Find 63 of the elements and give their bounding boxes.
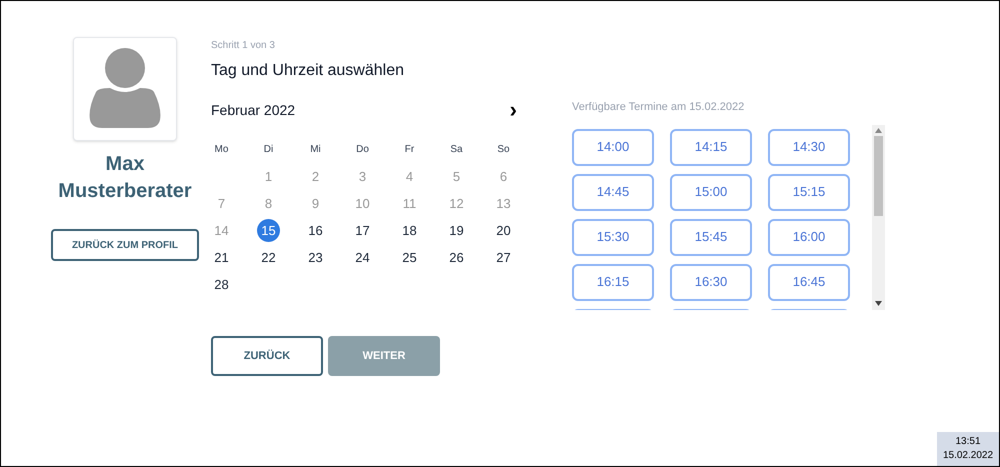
weekday-label: Mo — [214, 143, 228, 157]
time-slot-button[interactable]: 15:30 — [572, 218, 654, 256]
taskbar-clock[interactable]: 13:51 15.02.2022 — [937, 432, 999, 466]
back-button[interactable]: ZURÜCK — [211, 336, 323, 376]
calendar-day[interactable]: 22 — [261, 248, 276, 268]
calendar-day: 11 — [402, 194, 416, 214]
time-slot-button[interactable]: 16:15 — [572, 264, 654, 300]
slots-heading: Verfügbare Termine am 15.02.2022 — [572, 100, 744, 115]
clock-time: 13:51 — [955, 435, 981, 449]
calendar-day[interactable]: 25 — [402, 248, 417, 268]
calendar-day: 14 — [214, 220, 229, 240]
calendar-day: 7 — [218, 194, 226, 214]
next-month-button[interactable]: › — [506, 99, 521, 121]
page-title: Tag und Uhrzeit auswählen — [211, 61, 404, 81]
time-slot-button[interactable]: 15:15 — [768, 174, 850, 210]
weekday-label: Di — [264, 143, 274, 157]
time-slot-button[interactable]: 14:45 — [572, 174, 654, 210]
calendar-day: 9 — [312, 194, 320, 214]
weekday-label: Fr — [404, 143, 414, 157]
advisor-name: Max Musterberater — [57, 152, 193, 204]
calendar-day[interactable]: 17 — [355, 220, 370, 240]
calendar-day[interactable]: 28 — [214, 274, 229, 294]
calendar-day: 13 — [496, 194, 511, 214]
time-slot-button[interactable]: 15:45 — [670, 218, 752, 256]
scroll-thumb[interactable] — [874, 136, 883, 216]
calendar-day: 4 — [406, 166, 414, 186]
month-label: Februar 2022 — [211, 100, 296, 120]
time-slot-button[interactable]: 14:00 — [572, 128, 654, 166]
time-slot-button[interactable]: 16:45 — [768, 264, 850, 300]
calendar-day[interactable]: 19 — [449, 220, 464, 240]
clock-date: 15.02.2022 — [942, 449, 994, 463]
calendar-day: 2 — [312, 166, 320, 186]
weekday-label: Sa — [450, 143, 463, 157]
calendar-day: 5 — [452, 166, 460, 186]
step-label: Schritt 1 von 3 — [211, 39, 275, 53]
time-slot-button[interactable]: 14:15 — [670, 128, 752, 166]
calendar-day: 1 — [264, 166, 272, 186]
calendar-day[interactable]: 27 — [496, 248, 511, 268]
calendar-day[interactable]: 24 — [355, 248, 370, 268]
calendar-day: 6 — [500, 166, 508, 186]
time-slot-button[interactable]: 14:30 — [768, 128, 850, 166]
weekday-label: Do — [356, 143, 369, 157]
time-slot-button[interactable]: 16:00 — [768, 218, 850, 256]
calendar-day: 3 — [358, 166, 366, 186]
calendar-day[interactable]: 16 — [308, 220, 323, 240]
calendar-day: 12 — [449, 194, 464, 214]
calendar-day[interactable]: 15 — [257, 219, 280, 242]
scroll-down-icon[interactable] — [875, 300, 882, 306]
weekday-label: So — [497, 143, 510, 157]
calendar-day[interactable]: 23 — [308, 248, 323, 268]
person-icon — [88, 48, 162, 130]
calendar-day: 8 — [264, 194, 272, 214]
calendar-day[interactable]: 18 — [402, 220, 417, 240]
scrollbar[interactable] — [872, 124, 885, 310]
time-slot-button[interactable]: 16:30 — [670, 264, 752, 300]
time-slot-button[interactable]: 15:00 — [670, 174, 752, 210]
calendar-day: 10 — [355, 194, 370, 214]
calendar-day[interactable]: 20 — [496, 220, 511, 240]
scroll-up-icon[interactable] — [875, 128, 882, 132]
calendar-day[interactable]: 21 — [214, 248, 229, 268]
back-to-profile-button[interactable]: ZURÜCK ZUM PROFIL — [51, 229, 199, 261]
calendar-day[interactable]: 26 — [449, 248, 464, 268]
weekday-label: Mi — [310, 143, 321, 157]
